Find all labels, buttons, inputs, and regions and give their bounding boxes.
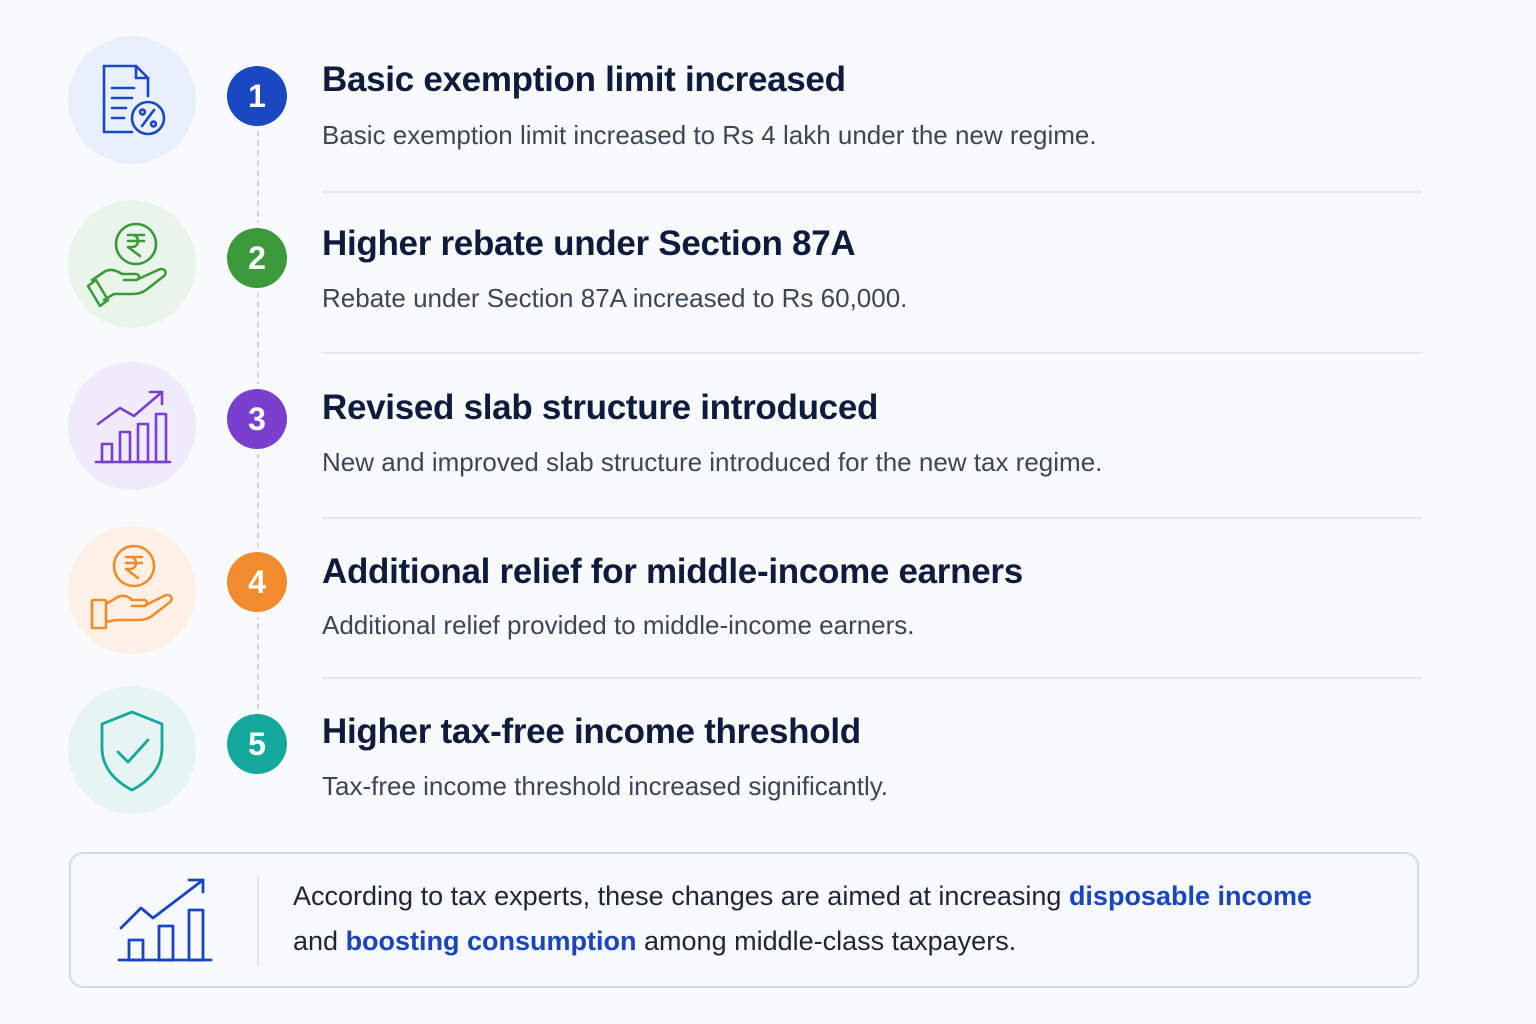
list-item: 2 Higher rebate under Section 87A Rebate… [0,200,1536,332]
item-title: Higher tax-free income threshold [322,712,861,751]
item-description: Tax-free income threshold increased sign… [322,771,889,801]
step-number-badge: 3 [227,389,287,449]
summary-text: According to tax experts, these changes … [293,874,1393,964]
hand-rupee-icon [68,200,196,328]
item-title: Revised slab structure introduced [322,388,879,427]
item-title: Additional relief for middle-income earn… [322,552,1023,591]
step-number-badge: 2 [227,228,287,288]
list-item: 3 Revised slab structure introduced New … [0,362,1536,494]
item-description: Rebate under Section 87A increased to Rs… [322,283,908,313]
divider [322,517,1422,519]
list-item: 4 Additional relief for middle-income ea… [0,526,1536,658]
summary-text-part: among middle-class taxpayers. [636,926,1017,956]
hand-rupee-coin-icon [68,526,196,654]
highlight-disposable-income: disposable income [1068,881,1313,911]
divider [322,677,1422,679]
item-description: New and improved slab structure introduc… [322,447,1103,477]
summary-separator [257,876,259,966]
summary-text-part: and [293,926,346,956]
list-item: 1 Basic exemption limit increased Basic … [0,36,1536,168]
item-description: Basic exemption limit increased to Rs 4 … [322,120,1097,150]
summary-callout: According to tax experts, these changes … [69,852,1419,988]
item-title: Basic exemption limit increased [322,60,846,99]
document-percent-icon [68,36,196,164]
item-description: Additional relief provided to middle-inc… [322,610,915,640]
highlight-boosting-consumption: boosting consumption [345,926,637,956]
step-number-badge: 4 [227,552,287,612]
divider [322,191,1422,193]
divider [322,352,1422,354]
bar-chart-growth-icon [68,362,196,490]
summary-text-part: According to tax experts, these changes … [293,881,1069,911]
item-title: Higher rebate under Section 87A [322,224,856,263]
page: 1 Basic exemption limit increased Basic … [0,0,1536,1024]
step-number-badge: 5 [227,714,287,774]
step-number-badge: 1 [227,66,287,126]
list-item: 5 Higher tax-free income threshold Tax-f… [0,686,1536,818]
growth-chart-icon [115,874,215,971]
shield-check-icon [68,686,196,814]
